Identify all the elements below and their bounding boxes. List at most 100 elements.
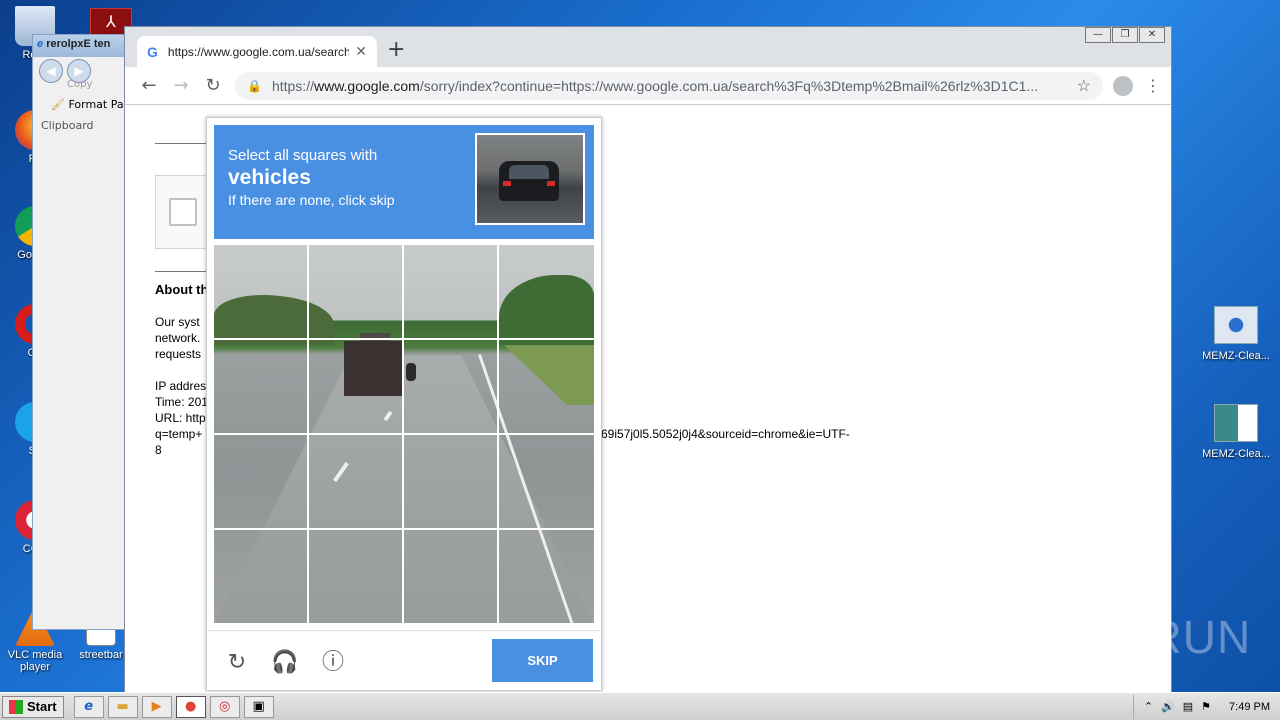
captcha-tile[interactable] [499, 340, 592, 433]
captcha-tile[interactable] [214, 340, 307, 433]
browser-toolbar: ← → ↻ 🔒 https://www.google.com/sorry/ind… [125, 67, 1171, 105]
captcha-tile[interactable] [404, 245, 497, 338]
query-line-end: 8 [155, 443, 162, 457]
volume-icon[interactable]: 🔊 [1161, 700, 1175, 713]
tray-expand-icon[interactable]: ⌃ [1144, 700, 1153, 713]
captcha-tile[interactable] [404, 435, 497, 528]
profile-avatar-icon[interactable] [1113, 75, 1133, 96]
clock[interactable]: 7:49 PM [1229, 701, 1270, 713]
body-line: requests [155, 347, 202, 361]
time-line: Time: 201 [155, 395, 208, 409]
tab-google-search[interactable]: G https://www.google.com.ua/search? ✕ [137, 36, 377, 67]
captcha-tile[interactable] [309, 435, 402, 528]
query-line-left: q=temp+ [155, 427, 203, 441]
taskbar-explorer-button[interactable]: ▬ [107, 695, 138, 718]
ie-logo-icon: e [37, 38, 44, 50]
reload-button[interactable]: ↻ [197, 75, 229, 96]
taskbar-opera-button[interactable]: ◎ [209, 695, 240, 718]
restore-button[interactable]: ❐ [1112, 27, 1138, 43]
chrome-icon: ● [184, 698, 197, 714]
captcha-tile[interactable] [309, 530, 402, 623]
address-url[interactable]: https://www.google.com/sorry/index?conti… [272, 78, 1071, 94]
sample-image [475, 133, 585, 225]
captcha-tile[interactable] [404, 530, 497, 623]
address-bar[interactable]: 🔒 https://www.google.com/sorry/index?con… [235, 71, 1103, 100]
car-taillight [503, 181, 511, 186]
captcha-tile[interactable] [499, 245, 592, 338]
window-app-icon [1214, 404, 1258, 442]
reload-icon[interactable]: ↻ [223, 648, 251, 676]
app-icon: ▣ [252, 698, 265, 714]
recaptcha-checkbox[interactable] [169, 198, 197, 226]
settings-gears-icon [1214, 306, 1258, 344]
ie-copy-label[interactable]: Copy [67, 79, 92, 90]
challenge-hint: If there are none, click skip [228, 192, 395, 208]
forward-button[interactable]: → [165, 75, 197, 96]
ie-window[interactable]: e rerolpxE ten ◀ ▶ Copy 🖌 Format Pai Cli… [32, 34, 128, 630]
new-tab-button[interactable]: + [387, 39, 405, 61]
ie-back-button[interactable]: ◀ [39, 59, 63, 83]
anyrun-watermark: ANY RUN [1038, 611, 1252, 663]
google-favicon-icon: G [147, 43, 158, 60]
about-heading: About th [155, 282, 209, 297]
format-painter-label: Format Pai [68, 98, 127, 111]
tab-title: https://www.google.com.ua/search? [167, 44, 350, 59]
close-window-button[interactable]: ✕ [1139, 27, 1165, 43]
info-icon[interactable]: ⓘ [319, 648, 347, 676]
ie-format-painter[interactable]: 🖌 Format Pai [51, 98, 127, 111]
url-line: URL: http [155, 411, 206, 425]
opera-icon: ◎ [218, 698, 231, 714]
desktop-icon-memz-cleaner-2[interactable]: MEMZ-Clea... [1198, 404, 1274, 460]
chrome-menu-icon[interactable]: ⋮ [1143, 76, 1163, 95]
url-rest: /sorry/index?continue=https://www.google… [419, 77, 1039, 94]
ip-line: IP addres [155, 379, 207, 393]
lock-icon[interactable]: 🔒 [247, 79, 262, 93]
challenge-target: vehicles [228, 166, 311, 189]
bookmark-star-icon[interactable]: ☆ [1077, 76, 1091, 96]
start-label: Start [27, 699, 57, 714]
back-button[interactable]: ← [133, 75, 165, 96]
windows-flag-icon [9, 699, 23, 714]
ie-window-title: e rerolpxE ten [33, 35, 127, 57]
network-icon[interactable]: ▤ [1183, 700, 1193, 713]
desktop-icon-label: MEMZ-Clea... [1202, 448, 1270, 460]
skip-button[interactable]: SKIP [492, 639, 593, 682]
taskbar-media-button[interactable]: ▶ [141, 695, 172, 718]
desktop-icon-label: MEMZ-Clea... [1202, 350, 1270, 362]
captcha-tile[interactable] [309, 340, 402, 433]
car-window [509, 165, 549, 179]
media-player-icon: ▶ [151, 698, 162, 714]
captcha-tile[interactable] [309, 245, 402, 338]
window-controls: — ❐ ✕ [1084, 27, 1165, 43]
desktop-icon-label: streetbar [79, 649, 123, 661]
start-button[interactable]: Start [2, 695, 64, 718]
taskbar: Start e ▬ ▶ ● ◎ ▣ ⌃ 🔊 ▤ ⚑ 7:49 PM [0, 692, 1280, 720]
captcha-tile[interactable] [214, 435, 307, 528]
captcha-tile[interactable] [404, 340, 497, 433]
action-center-flag-icon[interactable]: ⚑ [1201, 700, 1211, 713]
system-tray: ⌃ 🔊 ▤ ⚑ 7:49 PM [1132, 694, 1280, 719]
audio-icon[interactable]: 🎧 [271, 648, 299, 676]
folder-icon: ▬ [116, 698, 129, 714]
recaptcha-challenge[interactable]: Select all squares with vehicles If ther… [206, 117, 602, 691]
minimize-button[interactable]: — [1085, 27, 1111, 43]
taskbar-ie-button[interactable]: e [73, 695, 104, 718]
captcha-tile[interactable] [214, 530, 307, 623]
captcha-tile[interactable] [499, 530, 592, 623]
url-prefix: https:// [271, 77, 314, 94]
query-line-right: 69i57j0l5.5052j0j4&sourceid=chrome&ie=UT… [601, 427, 850, 441]
body-line: network. [155, 331, 201, 345]
taskbar-app-button[interactable]: ▣ [243, 695, 274, 718]
tab-close-icon[interactable]: ✕ [355, 43, 367, 60]
captcha-tile[interactable] [499, 435, 592, 528]
challenge-footer-divider [207, 630, 601, 631]
car-taillight [547, 181, 555, 186]
desktop-icon-label: VLC media player [7, 649, 63, 673]
ie-title-text: rerolpxE ten [46, 38, 111, 50]
captcha-tile[interactable] [214, 245, 307, 338]
url-domain: www.google.com [313, 77, 420, 94]
taskbar-chrome-button[interactable]: ● [175, 695, 206, 718]
challenge-image-grid [214, 245, 594, 623]
body-line: Our syst [155, 315, 200, 329]
desktop-icon-memz-cleaner-1[interactable]: MEMZ-Clea... [1198, 306, 1274, 362]
